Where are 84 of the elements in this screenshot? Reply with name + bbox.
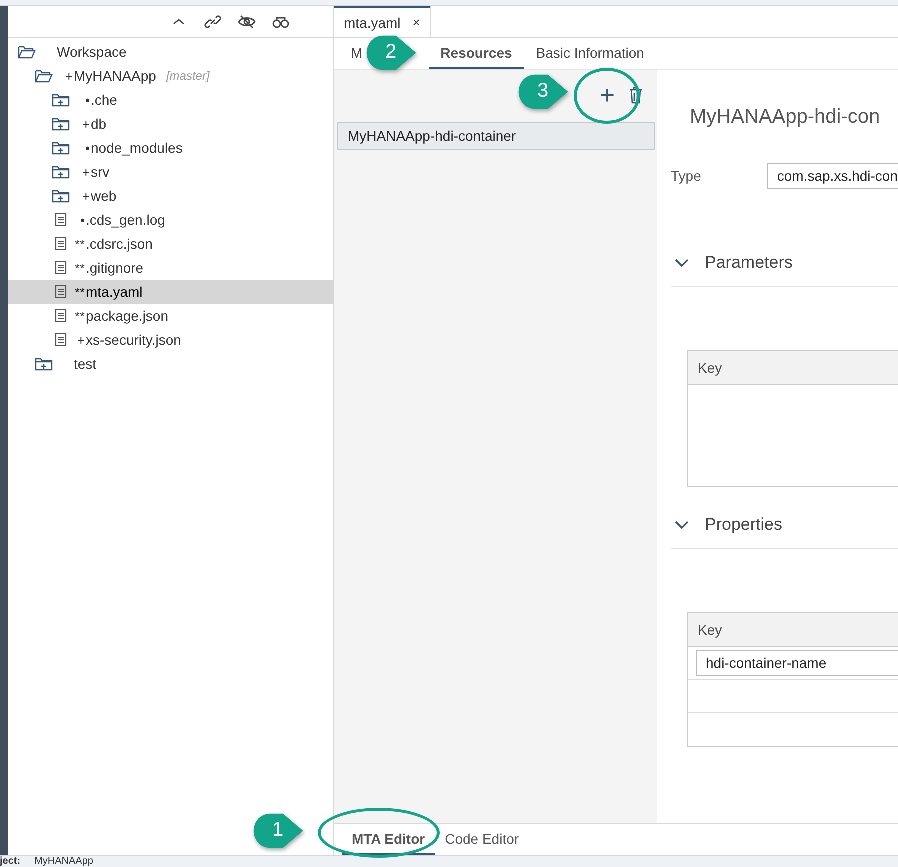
tree-item[interactable]: **mta.yaml [8, 280, 333, 304]
git-status: • [84, 92, 90, 108]
tree-label: .gitignore [86, 260, 144, 276]
tree-item[interactable]: **.cdsrc.json [8, 232, 333, 256]
resource-title: MyHANAApp-hdi-con [689, 106, 882, 129]
folder-icon [52, 141, 70, 155]
chevron-icon[interactable] [675, 520, 689, 530]
tree-item[interactable]: Workspace [8, 40, 333, 64]
git-status: + [81, 164, 90, 180]
git-status: ** [74, 260, 85, 276]
section-title: Parameters [705, 252, 793, 272]
tree-item[interactable]: •node_modules [8, 136, 333, 160]
git-status: + [76, 332, 85, 348]
status-label: ject: [0, 856, 21, 867]
file-icon [55, 261, 67, 275]
tree-item[interactable]: +MyHANAApp [master] [8, 64, 333, 88]
git-status: ** [74, 236, 85, 252]
column-header: Key [688, 351, 898, 385]
tree-label: node_modules [91, 140, 183, 156]
highlight-ring [574, 68, 640, 124]
chevron-icon[interactable] [675, 258, 689, 268]
key-field[interactable]: hdi-container-name [696, 650, 898, 676]
section-title: Properties [705, 514, 782, 534]
callout-number: 1 [271, 819, 285, 842]
tree-label: .cds_gen.log [86, 212, 166, 228]
file-icon [55, 309, 67, 323]
tree-label: srv [91, 164, 110, 180]
tree-label: xs-security.json [86, 332, 182, 348]
editor-tab[interactable]: Basic Information [524, 38, 656, 69]
git-status: + [64, 68, 73, 84]
type-label: Type [671, 168, 702, 184]
tree-label: test [74, 356, 97, 372]
tree-label: package.json [86, 308, 169, 324]
git-status: • [84, 140, 90, 156]
file-icon [55, 285, 67, 299]
editor-tab[interactable]: M [339, 38, 363, 69]
resource-item[interactable]: MyHANAApp-hdi-container [337, 122, 655, 150]
add-button[interactable]: + [600, 82, 615, 108]
git-status: ** [74, 284, 85, 300]
branch-tag: [master] [166, 69, 210, 83]
git-status: • [79, 212, 85, 228]
folder-icon [52, 165, 70, 179]
file-icon [55, 237, 67, 251]
tree-item[interactable]: test [8, 352, 333, 376]
tree-item[interactable]: +db [8, 112, 333, 136]
folder-icon [52, 117, 70, 131]
tree-item[interactable]: **package.json [8, 304, 333, 328]
status-value: MyHANAApp [34, 856, 94, 867]
tree-label: .che [91, 92, 118, 108]
tree-item[interactable]: •.cds_gen.log [8, 208, 333, 232]
folder-icon [52, 189, 70, 203]
tree-item[interactable]: +web [8, 184, 333, 208]
folder-icon [35, 357, 53, 371]
tree-label: Workspace [57, 44, 127, 60]
open-folder-icon [35, 69, 53, 83]
tree-item[interactable]: **.gitignore [8, 256, 333, 280]
git-status: + [81, 188, 90, 204]
callout-marker [253, 813, 305, 849]
column-header: Key [688, 613, 898, 647]
tree-label: MyHANAApp [74, 68, 156, 84]
tree-item[interactable]: •.che [8, 88, 333, 112]
callout-marker [366, 35, 418, 71]
tree-label: .cdsrc.json [86, 236, 153, 252]
file-icon [55, 213, 67, 227]
folder-icon [52, 93, 70, 107]
tree-label: db [91, 116, 107, 132]
git-status: + [81, 116, 90, 132]
tree-label: mta.yaml [86, 284, 143, 300]
tree-item[interactable]: +srv [8, 160, 333, 184]
callout-marker [518, 74, 570, 110]
git-status: ** [74, 308, 85, 324]
tab-label: mta.yaml [344, 14, 401, 30]
close-icon[interactable]: × [412, 15, 420, 30]
tree-label: web [91, 188, 117, 204]
trash-icon[interactable] [629, 86, 643, 104]
callout-number: 3 [536, 80, 550, 103]
open-folder-icon [18, 45, 36, 59]
hidden-eye-icon[interactable] [237, 14, 257, 30]
editor-mode-tab[interactable]: Code Editor [435, 824, 530, 855]
link-icon[interactable] [203, 14, 223, 30]
tree-item[interactable]: +xs-security.json [8, 328, 333, 352]
type-field[interactable]: com.sap.xs.hdi-con [767, 163, 898, 189]
callout-number: 2 [384, 41, 398, 64]
file-icon [55, 333, 67, 347]
